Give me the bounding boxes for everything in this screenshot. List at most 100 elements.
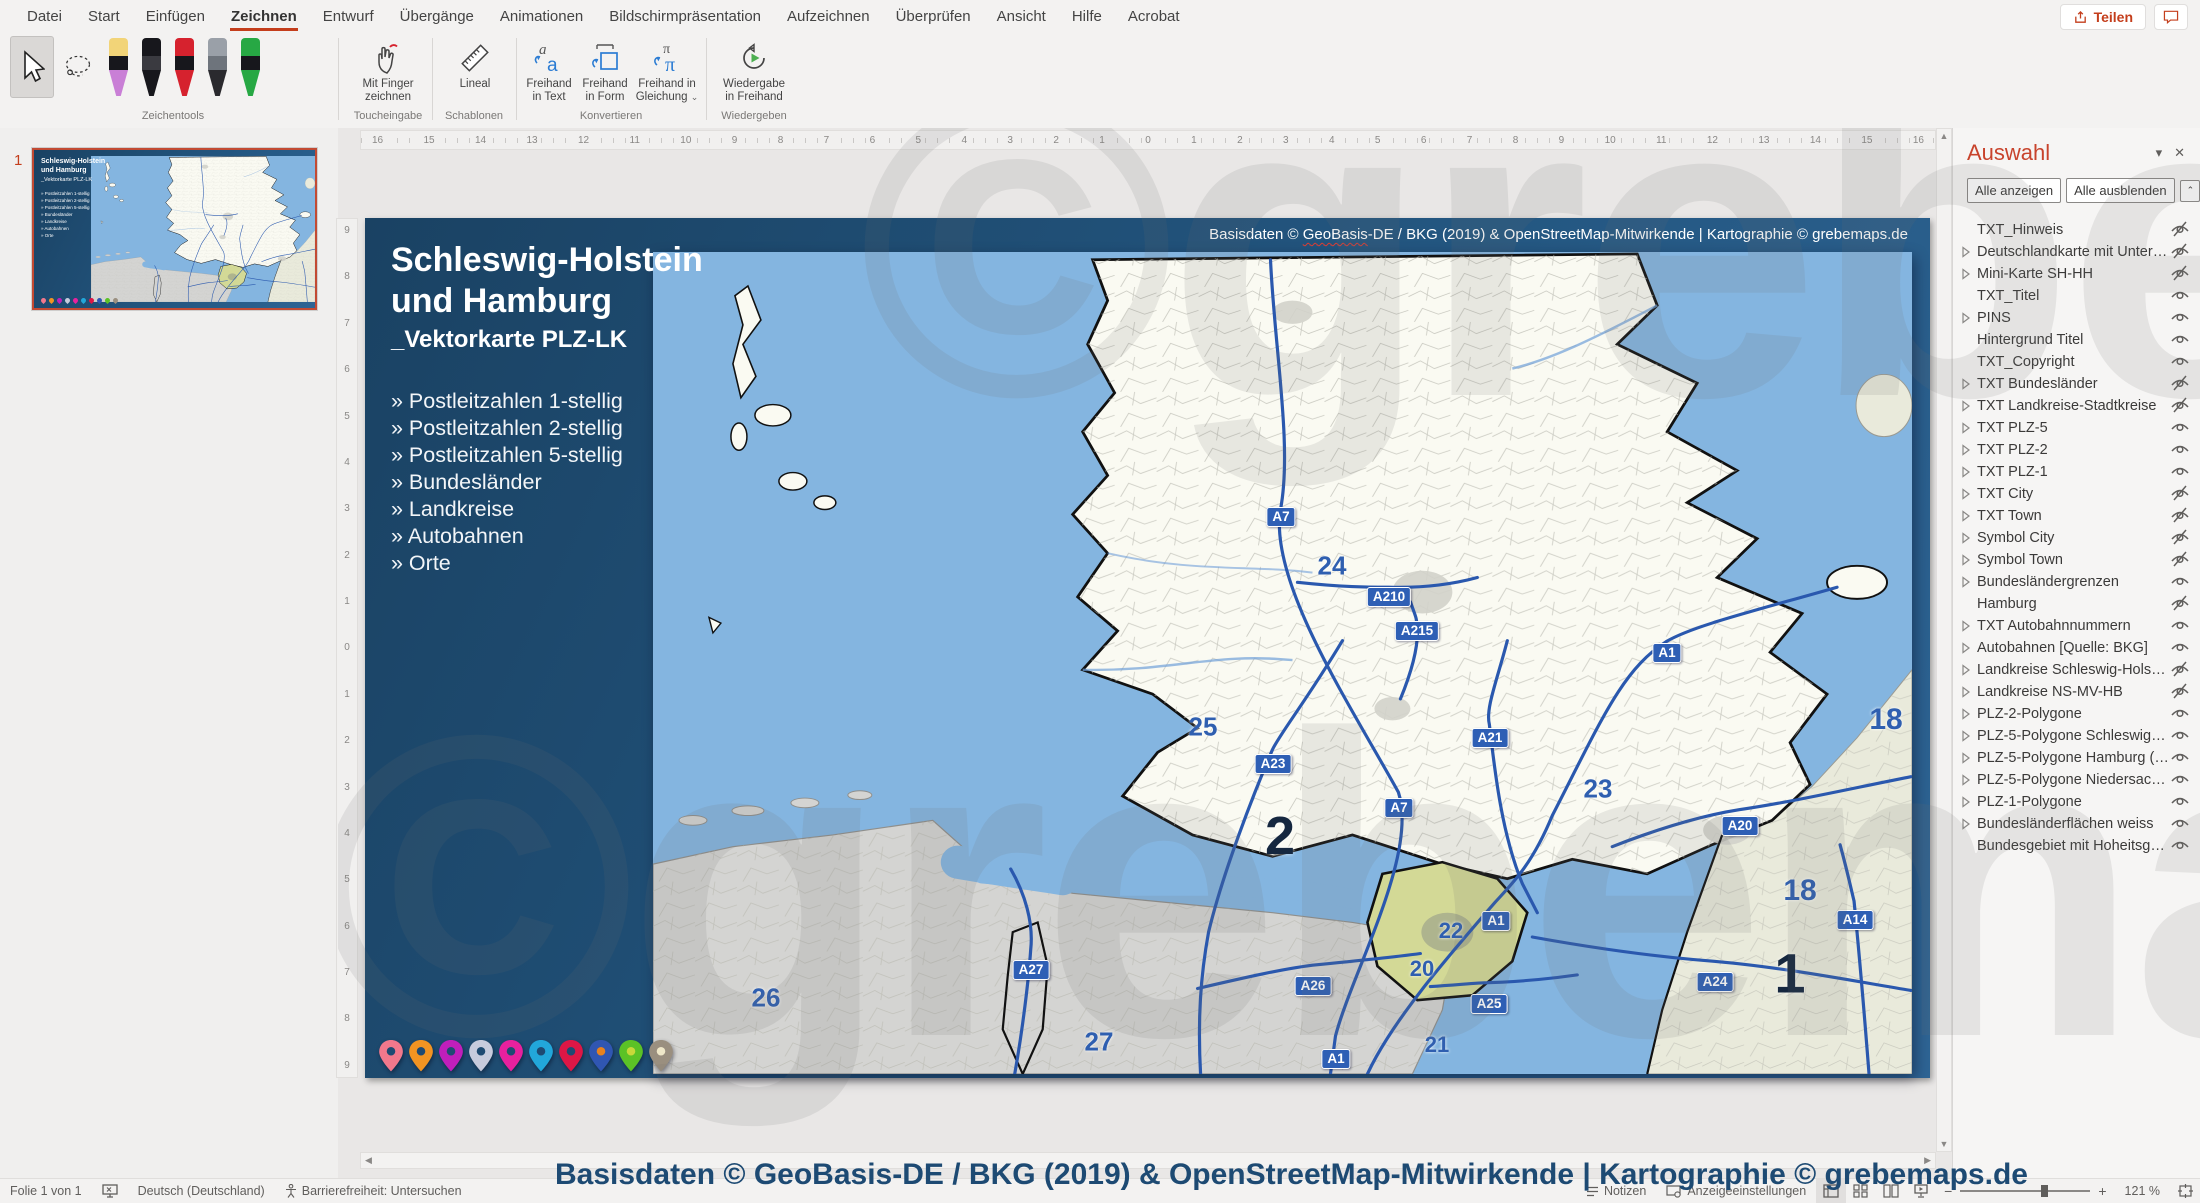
expand-arrow-icon[interactable] [1959,311,1973,325]
expand-arrow-icon[interactable] [1959,751,1973,765]
ribbon-tab[interactable]: Entwurf [310,1,387,33]
expand-arrow-icon[interactable] [1959,487,1973,501]
ribbon-tab[interactable]: Animationen [487,1,596,33]
layer-row[interactable]: TXT Landkreise-Stadtkreise [1953,395,2200,417]
scroll-up-arrow[interactable]: ▲ [1936,129,1953,143]
visibility-toggle[interactable] [2169,441,2191,459]
ribbon-tab[interactable]: Acrobat [1115,1,1193,33]
visibility-toggle[interactable] [2169,221,2191,239]
layer-row[interactable]: Autobahnen [Quelle: BKG] [1953,637,2200,659]
scroll-left-arrow[interactable]: ◀ [361,1153,376,1168]
pen-tool[interactable] [206,38,229,96]
ribbon-tab[interactable]: Datei [14,1,75,33]
visibility-toggle[interactable] [2169,793,2191,811]
ribbon-tab[interactable]: Hilfe [1059,1,1115,33]
expand-arrow-icon[interactable] [1959,267,1973,281]
share-button[interactable]: Teilen [2060,4,2146,30]
visibility-toggle[interactable] [2169,551,2191,569]
expand-arrow-icon[interactable] [1959,443,1973,457]
lasso-tool-button[interactable] [56,36,100,98]
expand-arrow-icon[interactable] [1959,685,1973,699]
visibility-toggle[interactable] [2169,749,2191,767]
ribbon-tab[interactable]: Ansicht [984,1,1059,33]
expand-arrow-icon[interactable] [1959,641,1973,655]
layer-row[interactable]: PINS [1953,307,2200,329]
move-up-button[interactable]: ⌃ [2180,180,2200,202]
expand-arrow-icon[interactable] [1959,399,1973,413]
visibility-toggle[interactable] [2169,265,2191,283]
layer-row[interactable]: PLZ-5-Polygone Hamburg (1... [1953,747,2200,769]
expand-arrow-icon[interactable] [1959,817,1973,831]
expand-arrow-icon[interactable] [1959,663,1973,677]
visibility-toggle[interactable] [2169,595,2191,613]
vertical-scrollbar[interactable]: ▲ ▼ [1936,128,1952,1152]
visibility-toggle[interactable] [2169,309,2191,327]
visibility-toggle[interactable] [2169,331,2191,349]
zoom-level[interactable]: 121 % [2115,1184,2170,1198]
pen-tool[interactable] [173,38,196,96]
visibility-toggle[interactable] [2169,573,2191,591]
layer-row[interactable]: TXT Bundesländer [1953,373,2200,395]
layer-row[interactable]: Landkreise Schleswig-Holstein [1953,659,2200,681]
visibility-toggle[interactable] [2169,771,2191,789]
ink-to-math-button[interactable]: ππ Freihand inGleichung ⌄ [634,36,700,105]
hide-all-button[interactable]: Alle ausblenden [2066,178,2175,203]
visibility-toggle[interactable] [2169,529,2191,547]
layer-row[interactable]: Bundesgebiet mit Hoheitsge... [1953,835,2200,857]
layer-row[interactable]: Symbol Town [1953,549,2200,571]
layer-row[interactable]: TXT Town [1953,505,2200,527]
slide[interactable]: Basisdaten © GeoBasis-DE / BKG (2019) & … [365,218,1930,1078]
visibility-toggle[interactable] [2169,837,2191,855]
expand-arrow-icon[interactable] [1959,553,1973,567]
expand-arrow-icon[interactable] [1959,245,1973,259]
visibility-toggle[interactable] [2169,397,2191,415]
visibility-toggle[interactable] [2169,287,2191,305]
show-all-button[interactable]: Alle anzeigen [1967,178,2061,203]
expand-arrow-icon[interactable] [1959,465,1973,479]
layer-row[interactable]: TXT City [1953,483,2200,505]
pane-close-button[interactable]: ✕ [2168,143,2191,163]
zoom-in-button[interactable]: + [2098,1183,2106,1199]
layer-row[interactable]: TXT_Hinweis [1953,219,2200,241]
ribbon-tab[interactable]: Übergänge [387,1,487,33]
ink-to-text-button[interactable]: aa Freihandin Text [522,36,576,105]
expand-arrow-icon[interactable] [1959,531,1973,545]
layer-row[interactable]: Bundesländerflächen weiss [1953,813,2200,835]
expand-arrow-icon[interactable] [1959,773,1973,787]
presenter-display-icon[interactable] [92,1184,128,1198]
pen-tool[interactable] [107,38,130,96]
visibility-toggle[interactable] [2169,683,2191,701]
layer-row[interactable]: Hamburg [1953,593,2200,615]
expand-arrow-icon[interactable] [1959,575,1973,589]
layer-row[interactable]: Mini-Karte SH-HH [1953,263,2200,285]
layer-row[interactable]: PLZ-5-Polygone Schleswig-H... [1953,725,2200,747]
comments-button[interactable] [2154,4,2188,30]
language-selector[interactable]: Deutsch (Deutschland) [128,1184,275,1198]
layer-row[interactable]: TXT_Copyright [1953,351,2200,373]
visibility-toggle[interactable] [2169,419,2191,437]
pane-dropdown-button[interactable]: ▾ [2150,143,2169,163]
visibility-toggle[interactable] [2169,507,2191,525]
ribbon-tab[interactable]: Aufzeichnen [774,1,883,33]
layer-row[interactable]: Landkreise NS-MV-HB [1953,681,2200,703]
ribbon-tab[interactable]: Bildschirmpräsentation [596,1,774,33]
draw-with-finger-button[interactable]: Mit Fingerzeichnen [344,36,432,105]
layer-row[interactable]: PLZ-5-Polygone Niedersachs... [1953,769,2200,791]
layer-row[interactable]: TXT PLZ-5 [1953,417,2200,439]
visibility-toggle[interactable] [2169,705,2191,723]
pen-tool[interactable] [140,38,163,96]
slide-thumbnail[interactable]: Schleswig-Holsteinund Hamburg _Vektorkar… [32,148,317,310]
select-tool-button[interactable] [10,36,54,98]
visibility-toggle[interactable] [2169,639,2191,657]
layer-row[interactable]: PLZ-1-Polygone [1953,791,2200,813]
visibility-toggle[interactable] [2169,353,2191,371]
layer-row[interactable]: TXT PLZ-2 [1953,439,2200,461]
visibility-toggle[interactable] [2169,485,2191,503]
pen-tool[interactable] [239,38,262,96]
layer-row[interactable]: Deutschlandkarte mit Unterg... [1953,241,2200,263]
layer-row[interactable]: Hintergrund Titel [1953,329,2200,351]
ribbon-tab[interactable]: Einfügen [133,1,218,33]
ink-replay-button[interactable]: Wiedergabein Freihand [712,36,796,105]
horizontal-ruler[interactable]: 1615141312111098765432101234567891011121… [360,130,1936,150]
expand-arrow-icon[interactable] [1959,421,1973,435]
